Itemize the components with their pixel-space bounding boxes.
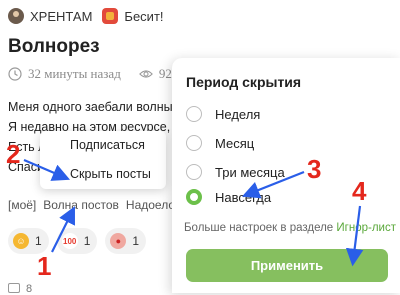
marker-3: 3 xyxy=(307,154,322,184)
tag-community-label: Бесит! xyxy=(124,8,164,24)
comment-icon[interactable] xyxy=(8,283,20,293)
reaction-count: 1 xyxy=(83,234,91,248)
post-footer: 8 xyxy=(8,283,32,295)
ignore-list-link[interactable]: Игнор-лист xyxy=(336,222,396,234)
clock-icon xyxy=(8,67,22,81)
option-forever[interactable]: Навсегда xyxy=(186,189,271,205)
laughing-emoji-icon: ☺ xyxy=(13,233,29,249)
eye-icon xyxy=(138,70,153,78)
tag-author[interactable]: ХРЕНТАМ xyxy=(8,8,92,24)
panel-title: Период скрытия xyxy=(186,74,302,90)
hide-posts-menu-item[interactable]: Скрыть посты xyxy=(70,167,151,181)
marker-4: 4 xyxy=(352,176,367,206)
post-tags: [моё] Волна постов Надоело xyxy=(8,198,182,212)
option-label: Неделя xyxy=(215,106,261,122)
reactions-bar: ☺ 1 100 1 ● 1 xyxy=(8,228,154,254)
post-meta: 32 минуты назад 921 xyxy=(8,66,196,82)
marker-1: 1 xyxy=(37,251,52,281)
tag-community[interactable]: Бесит! xyxy=(102,8,164,24)
option-label: Три месяца xyxy=(215,164,285,180)
option-label: Месяц xyxy=(215,135,255,151)
option-three-months[interactable]: Три месяца xyxy=(186,164,285,180)
reaction-clown[interactable]: ● 1 xyxy=(105,228,147,254)
radio-selected-icon[interactable] xyxy=(186,189,202,205)
user-avatar-icon xyxy=(8,8,24,24)
post-context-menu: Подписаться Скрыть посты xyxy=(40,131,166,189)
hint-text: Больше настроек в разделе xyxy=(184,222,334,234)
apply-button[interactable]: Применить xyxy=(186,249,388,282)
tag-author-label: ХРЕНТАМ xyxy=(30,8,93,24)
option-month[interactable]: Месяц xyxy=(186,135,254,151)
subscribe-menu-item[interactable]: Подписаться xyxy=(70,138,145,152)
clown-emoji-icon: ● xyxy=(110,233,127,249)
reaction-hundred[interactable]: 100 1 xyxy=(56,228,98,254)
tags-row: ХРЕНТАМ Бесит! xyxy=(8,6,174,26)
settings-hint: Больше настроек в разделе Игнор-лист xyxy=(184,222,396,234)
radio-icon[interactable] xyxy=(186,135,202,151)
option-label: Навсегда xyxy=(215,189,272,205)
reaction-count: 1 xyxy=(132,234,140,248)
tag-mine-link[interactable]: [моё] xyxy=(8,198,36,212)
post-time: 32 минуты назад xyxy=(28,66,121,81)
radio-icon[interactable] xyxy=(186,164,202,180)
post-line: Меня одного заебали волны н xyxy=(8,100,183,114)
wave-posts-link[interactable]: Волна постов xyxy=(43,198,119,212)
option-week[interactable]: Неделя xyxy=(186,106,260,122)
radio-icon[interactable] xyxy=(186,106,202,122)
marker-2: 2 xyxy=(6,139,21,169)
comment-count: 8 xyxy=(26,283,33,295)
tag-bored-link[interactable]: Надоело xyxy=(126,198,175,212)
community-avatar-icon xyxy=(102,8,119,24)
post-title[interactable]: Волнорез xyxy=(8,36,100,58)
reaction-count: 1 xyxy=(35,234,42,248)
hundred-emoji-icon: 100 xyxy=(61,233,78,249)
